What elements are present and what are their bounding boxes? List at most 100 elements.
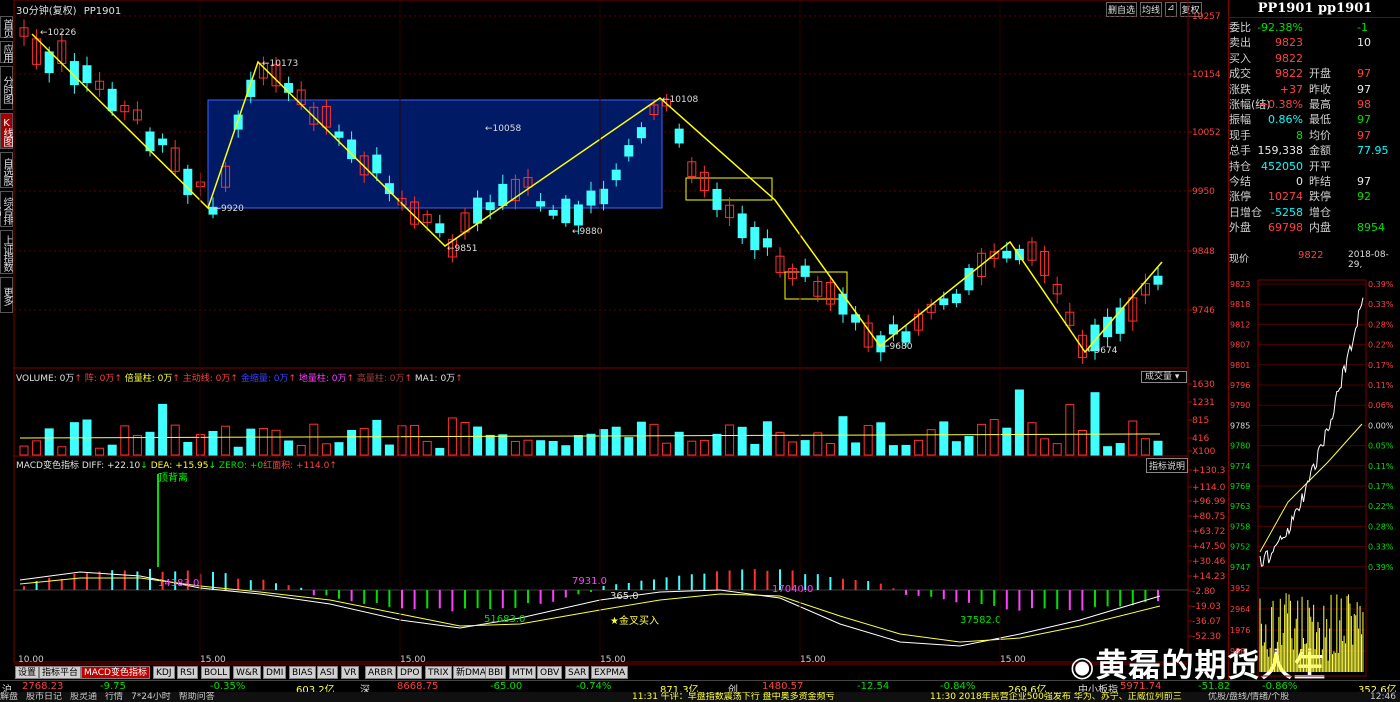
low-annotation: ←9674 bbox=[1087, 346, 1118, 356]
sz-change: -65.00 bbox=[490, 681, 523, 692]
left-tab-1[interactable]: 应用 bbox=[0, 41, 13, 63]
indicator-tab-6[interactable]: W&R bbox=[233, 666, 262, 679]
volume-bar bbox=[233, 446, 243, 456]
left-tab-4[interactable]: 自选股 bbox=[0, 152, 13, 188]
quote-row: 卖出 9823 10 bbox=[1229, 35, 1400, 51]
mini-price-label: 9769 bbox=[1230, 482, 1250, 491]
candle-body bbox=[107, 88, 117, 112]
mini-price-label: 9812 bbox=[1230, 320, 1250, 329]
volume-bar bbox=[561, 445, 571, 456]
quote-label: 日增仓 bbox=[1229, 205, 1262, 219]
volume-bar bbox=[624, 437, 634, 456]
indicator-tab-17[interactable]: OBV bbox=[537, 666, 563, 679]
title-part: ↑ bbox=[329, 461, 337, 471]
indicator-help-button[interactable]: 指标说明 bbox=[1146, 458, 1189, 473]
indicator-tab-3[interactable]: KDJ bbox=[153, 666, 175, 679]
macd-value-label: 365.0 bbox=[610, 591, 639, 602]
macd-axis-label: +47.50 bbox=[1192, 542, 1226, 552]
news-item-1[interactable]: 11:31 午评：早盘指数震荡下行 盘中奥多资金频亏 bbox=[632, 692, 835, 702]
indicator-tab-15[interactable]: BBI bbox=[485, 666, 507, 679]
macd-title: MACD变色指标 DIFF: +22.10↓ DEA: +15.95↓ ZERO… bbox=[16, 458, 337, 471]
quote-label-2: 昨结 bbox=[1309, 175, 1331, 188]
volume-bar bbox=[309, 423, 319, 456]
quote-row: 日增仓 -5258 增仓 bbox=[1229, 205, 1400, 221]
news-right-menu[interactable]: 优股/盘线/情绪/个股 bbox=[1208, 692, 1289, 702]
volume-bar bbox=[536, 440, 546, 456]
indicator-tab-16[interactable]: MTM bbox=[509, 666, 537, 679]
volume-bar bbox=[473, 426, 483, 456]
quote-label-2: 均价 bbox=[1309, 128, 1331, 142]
chevron-down-icon: ▾ bbox=[1174, 372, 1180, 382]
news-menu-item[interactable]: 股市日记 bbox=[26, 692, 62, 702]
volume-bar bbox=[1115, 443, 1125, 456]
mini-percent-label: 0.39% bbox=[1368, 280, 1394, 289]
mini-percent-label: 0.22% bbox=[1368, 341, 1394, 350]
candle-body bbox=[334, 131, 344, 138]
indicator-tab-11[interactable]: ARBR bbox=[365, 666, 396, 679]
cy-percent: -0.84% bbox=[940, 681, 976, 692]
volume-bar bbox=[69, 422, 79, 456]
quote-value-2: 10 bbox=[1357, 36, 1371, 50]
volume-bar bbox=[246, 428, 256, 456]
price-axis-label: 9746 bbox=[1192, 306, 1215, 316]
chart-canvas[interactable]: 10257 10154 10052 9950 9848 9746 ←10226 ←10173 ←… bbox=[0, 0, 1228, 680]
mini-price-label: 988 bbox=[1230, 647, 1245, 656]
indicator-tab-1[interactable]: 指标平台 bbox=[39, 666, 82, 679]
indicator-tab-18[interactable]: SAR bbox=[565, 666, 590, 679]
macd-value-label: 51683.0 bbox=[484, 614, 525, 625]
indicator-tab-0[interactable]: 设置 bbox=[15, 666, 40, 679]
volume-bar bbox=[737, 426, 747, 456]
indicator-tab-14[interactable]: 新DMA bbox=[453, 666, 489, 679]
candle-body bbox=[939, 298, 949, 306]
news-menu-item[interactable]: 股灵通 bbox=[70, 692, 97, 702]
news-item-2[interactable]: 11:30 2018年民营企业500强发布 华为、苏宁、正威位列前三 bbox=[930, 692, 1182, 702]
indicator-tab-7[interactable]: DMI bbox=[263, 666, 287, 679]
left-tab-5[interactable]: 综合排名 bbox=[0, 191, 13, 227]
candle-body bbox=[82, 65, 92, 84]
candle-body bbox=[737, 213, 747, 239]
quote-row: 现手 8 均价 97 bbox=[1229, 128, 1400, 144]
indicator-tab-10[interactable]: VR bbox=[341, 666, 360, 679]
news-menu-item[interactable]: 7*24小时 bbox=[131, 692, 171, 702]
volume-bar bbox=[1140, 438, 1150, 456]
candle-body bbox=[762, 238, 772, 248]
mini-percent-label: 0.17% bbox=[1368, 482, 1394, 491]
volume-bar bbox=[901, 444, 911, 456]
candle-body bbox=[624, 145, 634, 157]
intraday-chart[interactable]: 9823 9818 9812 9807 9801 9796 9790 9785 9780 9774… bbox=[1228, 262, 1400, 680]
news-menu-item[interactable]: 行情 bbox=[105, 692, 123, 702]
quote-label-2: 最高 bbox=[1309, 98, 1331, 111]
candle-body bbox=[951, 293, 961, 304]
volume-bar bbox=[611, 426, 621, 456]
left-tab-6[interactable]: 上证指数 bbox=[0, 230, 13, 274]
high-annotation: ←10173 bbox=[262, 59, 298, 69]
volume-bar bbox=[523, 439, 533, 456]
indicator-tab-13[interactable]: TRIX bbox=[425, 666, 452, 679]
news-menu-item[interactable]: 帮助问答 bbox=[179, 692, 215, 702]
indicator-tab-8[interactable]: BIAS bbox=[289, 666, 316, 679]
intraday-avg-line bbox=[1259, 423, 1363, 553]
volume-bar bbox=[750, 443, 760, 456]
left-tab-7[interactable]: 更多 bbox=[0, 277, 13, 313]
volume-dropdown[interactable]: 成交量 ▾ bbox=[1141, 371, 1187, 383]
left-tab-3[interactable]: K线图 bbox=[0, 113, 13, 149]
clock: 12:46 bbox=[1370, 692, 1396, 702]
volume-bar bbox=[284, 440, 294, 456]
golden-cross-label: ★金叉买入 bbox=[610, 614, 659, 627]
mini-price-label: 9823 bbox=[1230, 280, 1250, 289]
indicator-tab-9[interactable]: ASI bbox=[317, 666, 338, 679]
low-annotation: ←9680 bbox=[882, 342, 913, 352]
mini-price-label: 9752 bbox=[1230, 543, 1250, 552]
indicator-tab-19[interactable]: EXPMA bbox=[591, 666, 629, 679]
left-tab-0[interactable]: 首页 bbox=[0, 16, 13, 38]
indicator-tab-12[interactable]: DPO bbox=[397, 666, 423, 679]
indicator-tab-2[interactable]: MACD变色指标 bbox=[81, 666, 150, 679]
indicator-tab-4[interactable]: RSI bbox=[177, 666, 198, 679]
indicator-tab-5[interactable]: BOLL bbox=[201, 666, 231, 679]
title-part: ↑ bbox=[172, 374, 183, 384]
left-tab-2[interactable]: 分时图 bbox=[0, 66, 13, 110]
news-menu-item[interactable]: 解盘 bbox=[0, 692, 18, 702]
candle-body bbox=[485, 202, 495, 211]
quote-row: 涨幅(结) +0.38% 最高 98 bbox=[1229, 97, 1400, 113]
volume-bar bbox=[1040, 438, 1050, 456]
